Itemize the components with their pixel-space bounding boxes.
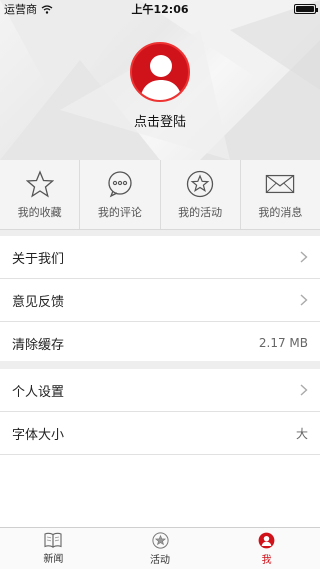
tab-label: 我 [261, 554, 272, 566]
row-label: 关于我们 [12, 251, 65, 267]
row-label: 清除缓存 [12, 337, 65, 353]
envelope-icon [266, 174, 295, 194]
quick-action-label: 我的评论 [97, 206, 142, 219]
quick-action-label: 我的收藏 [17, 206, 62, 219]
font-size-value: 大 [295, 426, 308, 441]
quick-actions-bar: 我的收藏 我的评论 我的活动 我的消息 [0, 160, 320, 230]
row-label: 个人设置 [12, 384, 65, 400]
comment-icon [108, 171, 132, 198]
login-link[interactable]: 点击登陆 [0, 111, 320, 130]
tab-bar: 新闻 活动 我 [0, 527, 320, 569]
user-icon [258, 532, 275, 548]
font-size-row[interactable]: 字体大小 大 [0, 412, 320, 455]
tab-label: 新闻 [43, 554, 64, 565]
tab-label: 活动 [150, 554, 170, 566]
tab-activities[interactable]: 活动 [107, 528, 214, 569]
star-icon [25, 170, 54, 198]
cache-size-value: 2.17 MB [258, 336, 308, 350]
chevron-right-icon [300, 251, 308, 263]
row-label: 意见反馈 [12, 294, 65, 310]
settings-group-1: 关于我们 意见反馈 清除缓存 2.17 MB [0, 236, 320, 365]
section-divider [0, 361, 320, 369]
quick-action-favorites[interactable]: 我的收藏 [0, 160, 81, 229]
quick-action-comments[interactable]: 我的评论 [80, 160, 161, 229]
tab-me[interactable]: 我 [213, 528, 320, 569]
chevron-right-icon [300, 384, 308, 396]
clear-cache-row[interactable]: 清除缓存 2.17 MB [0, 322, 320, 365]
tab-news[interactable]: 新闻 [0, 528, 107, 569]
status-bar: 运营商 上午12:06 [0, 0, 320, 18]
chevron-right-icon [300, 294, 308, 306]
quick-action-label: 我的活动 [178, 206, 223, 219]
quick-action-label: 我的消息 [258, 206, 303, 219]
personal-settings-row[interactable]: 个人设置 [0, 369, 320, 412]
status-time: 上午12:06 [131, 3, 189, 16]
profile-header: 点击登陆 [0, 0, 320, 160]
badge-star-icon [151, 531, 169, 549]
quick-action-messages[interactable]: 我的消息 [241, 160, 320, 229]
battery-icon [294, 4, 318, 14]
about-us-row[interactable]: 关于我们 [0, 236, 320, 279]
settings-group-2: 个人设置 字体大小 大 [0, 369, 320, 455]
book-icon [44, 532, 62, 548]
row-label: 字体大小 [12, 427, 65, 443]
avatar[interactable] [130, 42, 190, 102]
quick-action-activities[interactable]: 我的活动 [161, 160, 241, 229]
battery-level [296, 6, 314, 12]
feedback-row[interactable]: 意见反馈 [0, 279, 320, 322]
badge-star-icon [186, 170, 214, 198]
